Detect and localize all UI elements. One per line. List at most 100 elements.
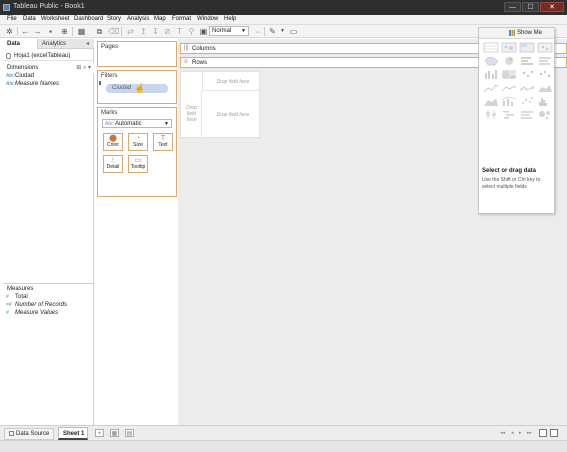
sheet-tab-bar: Data Source Sheet 1 + ▦ ▤ ◂◂ ◂ ▸ ▸▸ bbox=[0, 425, 567, 440]
maximize-button[interactable]: ☐ bbox=[522, 2, 539, 12]
filters-card[interactable]: Filters Ciudad ☝ bbox=[97, 70, 177, 104]
new-datasource-icon[interactable]: ⊕ bbox=[60, 27, 69, 36]
dropzone-hint: Drop field here bbox=[186, 105, 197, 123]
search-icon[interactable]: ⊞ ⌕ ▾ bbox=[76, 63, 91, 73]
save-icon[interactable]: ▪ bbox=[46, 27, 55, 36]
field-ciudad[interactable]: AbcCiudad bbox=[6, 72, 34, 80]
window-title: Tableau Public - Book1 bbox=[13, 3, 85, 10]
marks-card: Marks Abc Automatic ▼ ⬤ Color ◔ Size T T… bbox=[97, 107, 177, 197]
chart-thumb-treemap[interactable] bbox=[501, 69, 517, 80]
detail-button[interactable]: ⁝ Detail bbox=[103, 155, 123, 173]
highlight-icon[interactable]: ✎ bbox=[268, 27, 277, 36]
chart-thumb-stacked-bars[interactable] bbox=[539, 57, 551, 65]
color-button[interactable]: ⬤ Color bbox=[103, 133, 123, 151]
chart-thumb-dual-combination[interactable] bbox=[501, 96, 517, 106]
tooltip-button[interactable]: ▭ Tooltip bbox=[128, 155, 148, 173]
data-source-tab[interactable]: Data Source bbox=[4, 428, 54, 440]
menu-help[interactable]: Help bbox=[224, 16, 236, 22]
columns-dropzone[interactable]: Drop field here bbox=[202, 72, 260, 91]
chart-thumb-histogram[interactable] bbox=[539, 98, 547, 106]
size-icon: ◔ bbox=[135, 135, 141, 142]
size-button[interactable]: ◔ Size bbox=[128, 133, 148, 151]
show-me-header[interactable]: Show Me bbox=[479, 28, 554, 39]
new-worksheet-icon[interactable]: ▦ bbox=[77, 27, 86, 36]
field-measure-values[interactable]: # Measure Values bbox=[6, 309, 58, 317]
pages-card[interactable]: Pages bbox=[97, 41, 177, 67]
minimize-button[interactable]: — bbox=[504, 2, 521, 12]
view-dropzone[interactable]: Drop field here Drop field here Drop fie… bbox=[180, 71, 260, 138]
collapse-pane-icon[interactable]: ◂ bbox=[86, 39, 89, 49]
new-dashboard-icon[interactable]: ▦ bbox=[110, 429, 119, 437]
chart-thumb-dual-lines[interactable] bbox=[519, 85, 535, 92]
chart-thumb-area-discrete[interactable] bbox=[484, 98, 498, 106]
last-sheet-icon[interactable]: ▸▸ bbox=[527, 429, 534, 437]
tableau-logo-icon[interactable]: ✲ bbox=[5, 27, 14, 36]
datasource-item[interactable]: Hoja1 (excelTableau) bbox=[4, 50, 94, 61]
chart-thumb-area-continuous[interactable] bbox=[538, 85, 552, 92]
present-mode-icon[interactable]: ▭ bbox=[289, 27, 298, 36]
pin-icon[interactable]: ⚲ bbox=[187, 27, 196, 36]
field-total[interactable]: # Total bbox=[6, 293, 28, 301]
chart-thumb-lines-continuous[interactable] bbox=[483, 84, 499, 93]
chart-thumb-circle-views[interactable] bbox=[522, 70, 534, 78]
text-icon: T bbox=[160, 135, 166, 142]
menu-worksheet[interactable]: Worksheet bbox=[41, 16, 70, 22]
menu-format[interactable]: Format bbox=[172, 16, 191, 22]
menu-map[interactable]: Map bbox=[154, 16, 166, 22]
field-measure-names[interactable]: AbcMeasure Names bbox=[6, 80, 59, 88]
chart-thumb-side-by-side-circles[interactable] bbox=[539, 70, 551, 78]
label-icon[interactable]: T bbox=[175, 27, 184, 36]
redo-icon[interactable]: → bbox=[33, 27, 42, 36]
menu-data[interactable]: Data bbox=[23, 16, 36, 22]
undo-icon[interactable]: ← bbox=[21, 27, 30, 36]
chart-thumb-packed-bubbles[interactable] bbox=[539, 111, 550, 120]
sheet-tab[interactable]: Sheet 1 bbox=[58, 427, 88, 440]
chart-thumb-symbol-map[interactable] bbox=[537, 42, 553, 53]
status-bar bbox=[0, 440, 567, 452]
menu-story[interactable]: Story bbox=[107, 16, 121, 22]
tab-analytics[interactable]: Analytics bbox=[39, 39, 79, 49]
close-button[interactable]: ✕ bbox=[540, 2, 564, 12]
sort-desc-icon[interactable]: ↧ bbox=[151, 27, 160, 36]
chart-thumb-lines-discrete[interactable] bbox=[501, 85, 517, 92]
chart-thumb-gantt[interactable] bbox=[503, 111, 514, 119]
chart-thumb-pie[interactable] bbox=[505, 57, 513, 65]
fit-select[interactable]: Normal ▼ bbox=[209, 26, 249, 36]
chart-thumb-scatter-plot[interactable] bbox=[522, 97, 533, 104]
chart-thumb-highlight-table[interactable] bbox=[519, 42, 535, 53]
mark-type-icon: Abc bbox=[105, 121, 114, 127]
text-button[interactable]: T Text bbox=[153, 133, 173, 151]
chart-thumb-heat-map[interactable] bbox=[501, 42, 517, 53]
chart-thumb-text-table[interactable] bbox=[483, 42, 499, 53]
clear-sheet-icon[interactable]: ⌫ bbox=[108, 27, 119, 36]
duplicate-sheet-icon[interactable]: ⧉ bbox=[95, 27, 104, 36]
swap-icon[interactable]: ⇄ bbox=[126, 27, 135, 36]
prev-sheet-icon[interactable]: ◂ bbox=[511, 429, 518, 437]
filters-title: Filters bbox=[101, 73, 118, 79]
menu-dashboard[interactable]: Dashboard bbox=[74, 16, 103, 22]
next-sheet-icon[interactable]: ▸ bbox=[519, 429, 526, 437]
highlight-dropdown-icon[interactable]: ▼ bbox=[278, 27, 287, 36]
new-worksheet-icon[interactable]: + bbox=[95, 429, 104, 437]
tab-view-icon[interactable] bbox=[539, 429, 547, 437]
sort-asc-icon[interactable]: ↥ bbox=[139, 27, 148, 36]
tab-data[interactable]: Data bbox=[4, 39, 38, 49]
new-story-icon[interactable]: ▤ bbox=[125, 429, 134, 437]
menu-window[interactable]: Window bbox=[197, 16, 218, 22]
first-sheet-icon[interactable]: ◂◂ bbox=[500, 429, 507, 437]
field-number-of-records[interactable]: =# Number of Records bbox=[6, 301, 67, 309]
menu-file[interactable]: File bbox=[7, 16, 17, 22]
presentation-icon[interactable]: ⇔ bbox=[254, 27, 263, 36]
group-icon[interactable]: ⊘ bbox=[163, 27, 172, 36]
chart-thumb-box-whisker[interactable] bbox=[486, 110, 496, 119]
chart-thumb-side-by-side-bars[interactable] bbox=[485, 70, 497, 79]
database-icon bbox=[6, 53, 11, 59]
chart-thumb-filled-map[interactable] bbox=[484, 56, 499, 66]
chart-thumb-bullet-graph[interactable] bbox=[521, 111, 533, 119]
marks-title: Marks bbox=[101, 110, 118, 116]
menu-analysis[interactable]: Analysis bbox=[127, 16, 149, 22]
filmstrip-view-icon[interactable] bbox=[550, 429, 558, 437]
chart-thumb-horizontal-bars[interactable] bbox=[521, 57, 533, 65]
mark-type-select[interactable]: Abc Automatic ▼ bbox=[102, 119, 172, 128]
rows-dropzone[interactable]: Drop field here bbox=[181, 91, 202, 138]
